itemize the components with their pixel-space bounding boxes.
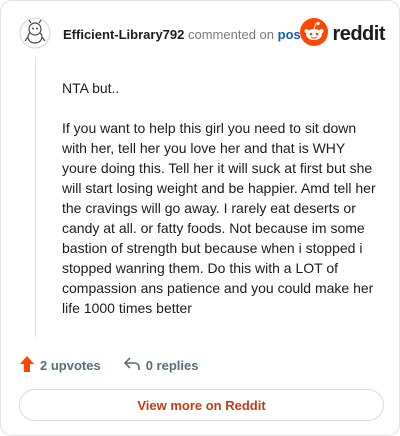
comment-card: Efficient-Library792 commented on post r (0, 0, 400, 436)
upvote-button[interactable]: 2 upvotes (19, 355, 101, 376)
thread-line (35, 57, 36, 337)
reddit-logo[interactable]: reddit (299, 17, 385, 52)
user-avatar-icon[interactable] (19, 17, 51, 49)
author-name[interactable]: Efficient-Library792 (63, 27, 184, 42)
comment-body: NTA but.. If you want to help this girl … (62, 78, 382, 338)
comment-meta: Efficient-Library792 commented on post (63, 27, 305, 42)
comment-header: Efficient-Library792 commented on post r (19, 17, 385, 51)
commented-on-text: commented on (188, 27, 274, 42)
reply-button[interactable]: 0 replies (123, 356, 199, 375)
comment-paragraph: NTA but.. (62, 80, 120, 96)
reddit-snoo-icon (299, 17, 329, 52)
upvote-arrow-icon (19, 355, 40, 376)
comment-paragraph: If you want to help this girl you need t… (62, 120, 376, 316)
reply-arrow-icon (123, 356, 146, 375)
reply-count: 0 replies (145, 357, 199, 373)
comment-actions: 2 upvotes 0 replies (19, 355, 220, 375)
upvote-count: 2 upvotes (40, 357, 101, 373)
view-more-button[interactable]: View more on Reddit (19, 389, 384, 421)
reddit-wordmark: reddit (332, 22, 385, 45)
